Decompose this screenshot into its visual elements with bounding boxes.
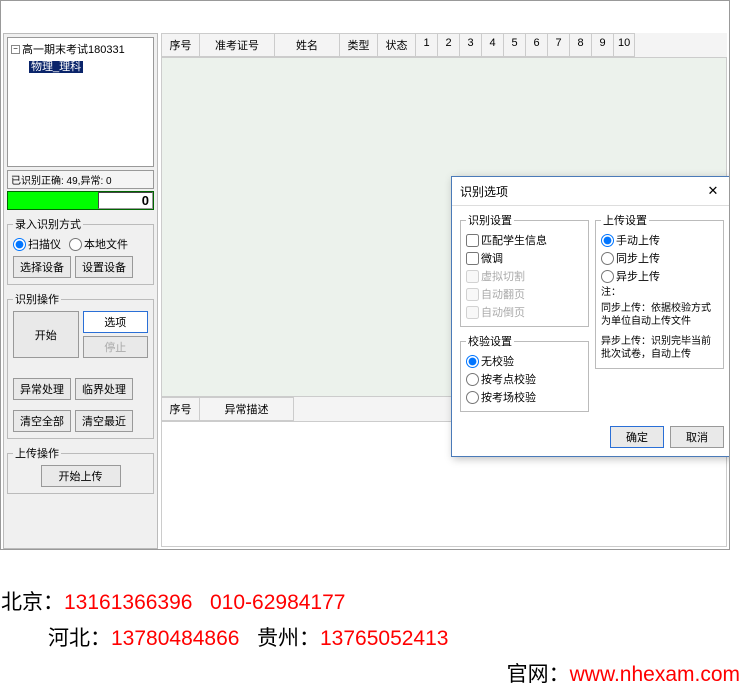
contact-site: 官网：www.nhexam.com xyxy=(0,658,740,688)
dialog-title-text: 识别选项 xyxy=(460,183,508,200)
radio-scanner-input[interactable] xyxy=(13,238,26,251)
boundary-button[interactable]: 临界处理 xyxy=(75,378,133,400)
contact-block: 北京：13161366396 010-62984177 河北：137804848… xyxy=(0,580,750,688)
chk-match-student[interactable]: 匹配学生信息 xyxy=(466,232,583,248)
close-icon[interactable]: ✕ xyxy=(702,182,724,200)
clear-recent-button[interactable]: 清空最近 xyxy=(75,410,133,432)
radio-localfile[interactable]: 本地文件 xyxy=(69,236,128,252)
radio-no-validate[interactable]: 无校验 xyxy=(466,353,583,369)
th-b-index[interactable]: 序号 xyxy=(161,397,199,421)
th-8[interactable]: 8 xyxy=(569,33,591,57)
th-5[interactable]: 5 xyxy=(503,33,525,57)
upload-settings-group: 上传设置 手动上传 同步上传 异步上传 注： 同步上传：依据校验方式为单位自动上… xyxy=(595,212,724,369)
upload-note-sync: 同步上传：依据校验方式为单位自动上传文件 xyxy=(601,302,718,329)
start-upload-button[interactable]: 开始上传 xyxy=(41,465,121,487)
th-6[interactable]: 6 xyxy=(525,33,547,57)
config-device-button[interactable]: 设置设备 xyxy=(75,256,133,278)
dialog-titlebar: 识别选项 ✕ xyxy=(452,177,730,206)
recognition-ops-group: 识别操作 开始 选项 停止 异常处理 临界处理 清空全部 清空最近 xyxy=(7,291,154,439)
contact-beijing: 北京：13161366396 010-62984177 xyxy=(1,586,750,616)
recognition-settings-legend: 识别设置 xyxy=(466,212,514,228)
select-device-button[interactable]: 选择设备 xyxy=(13,256,71,278)
chk-fine-tune[interactable]: 微调 xyxy=(466,250,583,266)
upload-note-label: 注： xyxy=(601,286,718,300)
radio-localfile-input[interactable] xyxy=(69,238,82,251)
chk-auto-flip: 自动翻页 xyxy=(466,286,583,302)
th-10[interactable]: 10 xyxy=(613,33,635,57)
radio-by-point[interactable]: 按考点校验 xyxy=(466,371,583,387)
ok-button[interactable]: 确定 xyxy=(610,426,664,448)
exception-button[interactable]: 异常处理 xyxy=(13,378,71,400)
tree-collapse-icon[interactable]: − xyxy=(11,45,20,54)
options-button[interactable]: 选项 xyxy=(83,311,149,333)
th-examid[interactable]: 准考证号 xyxy=(199,33,274,57)
start-button[interactable]: 开始 xyxy=(13,311,79,358)
left-panel: − 高一期末考试180331 物理_理科 已识别正确: 49,异常: 0 0 录… xyxy=(3,33,158,549)
input-mode-legend: 录入识别方式 xyxy=(13,216,83,232)
tree-root-label: 高一期末考试180331 xyxy=(22,41,125,57)
exam-tree: − 高一期末考试180331 物理_理科 xyxy=(7,37,154,167)
tree-child-item[interactable]: 物理_理科 xyxy=(29,58,150,74)
upload-ops-group: 上传操作 开始上传 xyxy=(7,445,154,494)
radio-manual-upload[interactable]: 手动上传 xyxy=(601,232,718,248)
validation-settings-group: 校验设置 无校验 按考点校验 按考场校验 xyxy=(460,333,589,412)
radio-by-room[interactable]: 按考场校验 xyxy=(466,389,583,405)
th-9[interactable]: 9 xyxy=(591,33,613,57)
options-dialog: 识别选项 ✕ 识别设置 匹配学生信息 微调 虚拟切割 自动翻页 自动倒页 校验设… xyxy=(451,176,730,457)
radio-async-upload[interactable]: 异步上传 xyxy=(601,268,718,284)
recognition-status: 已识别正确: 49,异常: 0 xyxy=(7,170,154,189)
counter-bar: 0 xyxy=(7,191,154,210)
clear-all-button[interactable]: 清空全部 xyxy=(13,410,71,432)
th-type[interactable]: 类型 xyxy=(339,33,377,57)
recognition-settings-group: 识别设置 匹配学生信息 微调 虚拟切割 自动翻页 自动倒页 xyxy=(460,212,589,327)
validation-settings-legend: 校验设置 xyxy=(466,333,514,349)
th-7[interactable]: 7 xyxy=(547,33,569,57)
th-4[interactable]: 4 xyxy=(481,33,503,57)
th-name[interactable]: 姓名 xyxy=(274,33,339,57)
chk-virtual-cut: 虚拟切割 xyxy=(466,268,583,284)
th-index[interactable]: 序号 xyxy=(161,33,199,57)
upload-settings-legend: 上传设置 xyxy=(601,212,649,228)
tree-root-item[interactable]: − 高一期末考试180331 xyxy=(11,41,150,57)
app-window: − 高一期末考试180331 物理_理科 已识别正确: 49,异常: 0 0 录… xyxy=(0,0,730,550)
radio-scanner[interactable]: 扫描仪 xyxy=(13,236,61,252)
input-mode-group: 录入识别方式 扫描仪 本地文件 选择设备 设置设备 xyxy=(7,216,154,285)
stop-button: 停止 xyxy=(83,336,149,358)
th-1[interactable]: 1 xyxy=(415,33,437,57)
counter-value: 0 xyxy=(98,192,153,209)
th-status[interactable]: 状态 xyxy=(377,33,415,57)
top-table-header: 序号 准考证号 姓名 类型 状态 1 2 3 4 5 6 7 8 9 10 xyxy=(161,33,727,58)
th-2[interactable]: 2 xyxy=(437,33,459,57)
recognition-ops-legend: 识别操作 xyxy=(13,291,61,307)
upload-note-async: 异步上传：识别完毕当前批次试卷，自动上传 xyxy=(601,335,718,362)
th-b-desc[interactable]: 异常描述 xyxy=(199,397,294,421)
upload-ops-legend: 上传操作 xyxy=(13,445,61,461)
cancel-button[interactable]: 取消 xyxy=(670,426,724,448)
chk-auto-reverse: 自动倒页 xyxy=(466,304,583,320)
th-3[interactable]: 3 xyxy=(459,33,481,57)
contact-hebei-guizhou: 河北：13780484866 贵州：13765052413 xyxy=(48,622,750,652)
tree-child-label: 物理_理科 xyxy=(29,61,83,73)
radio-sync-upload[interactable]: 同步上传 xyxy=(601,250,718,266)
